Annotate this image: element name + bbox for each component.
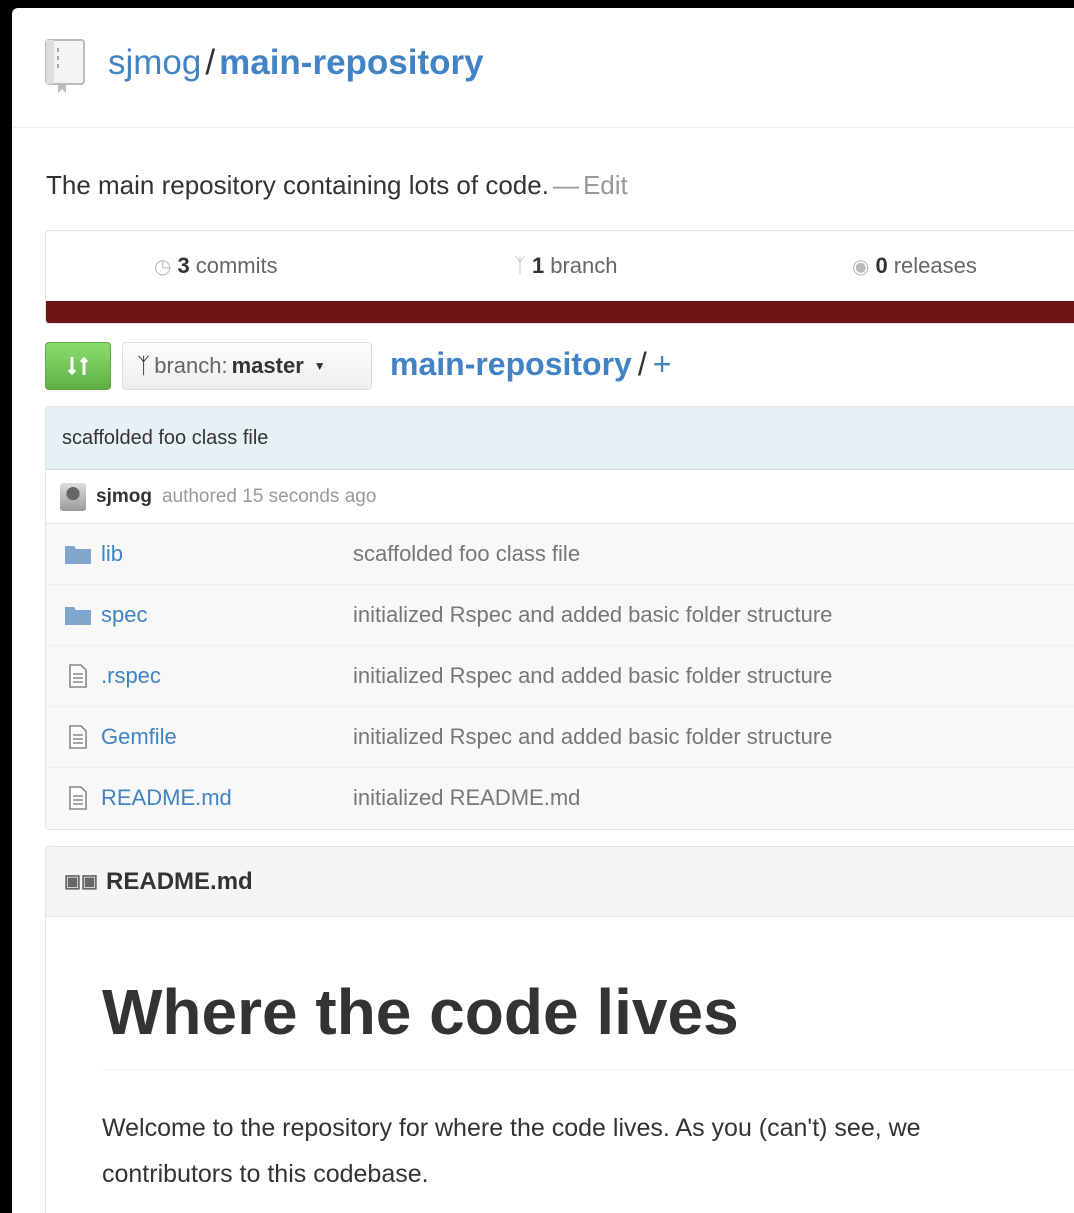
repo-name-link[interactable]: main-repository xyxy=(219,43,484,82)
compare-icon xyxy=(67,356,89,376)
readme-paragraph: Welcome to the repository for where the … xyxy=(102,1105,1074,1197)
folder-icon xyxy=(65,607,91,625)
history-icon: ◷ xyxy=(154,255,172,278)
commits-label: commits xyxy=(195,253,278,278)
branch-label: branch: xyxy=(154,353,228,378)
file-commit-message[interactable]: scaffolded foo class file xyxy=(353,541,580,567)
breadcrumb: main-repository / + xyxy=(390,346,671,383)
add-file-link[interactable]: + xyxy=(653,346,672,382)
description-dash: — xyxy=(552,170,579,200)
readme-divider xyxy=(102,1069,1074,1070)
readme-heading: Where the code lives xyxy=(102,976,739,1048)
file-commit-message[interactable]: initialized Rspec and added basic folder… xyxy=(353,602,832,628)
commits-count: 3 xyxy=(177,253,190,278)
open-book-icon: ▣▣ xyxy=(64,871,99,891)
tag-icon: ◉ xyxy=(852,255,870,278)
file-name-link[interactable]: lib xyxy=(101,541,123,567)
table-row: .rspec initialized Rspec and added basic… xyxy=(46,646,1074,707)
owner-link[interactable]: sjmog xyxy=(108,43,201,82)
commits-summary[interactable]: ◷ 3 commits xyxy=(154,253,278,279)
readme-paragraph-line-1: Welcome to the repository for where the … xyxy=(102,1114,921,1142)
releases-label: releases xyxy=(893,253,977,278)
file-icon xyxy=(69,786,87,810)
branches-label: branch xyxy=(550,253,618,278)
repo-title: sjmog / main-repository xyxy=(108,42,484,84)
title-separator: / xyxy=(205,43,216,82)
table-row: lib scaffolded foo class file xyxy=(46,524,1074,585)
repo-header: sjmog / main-repository xyxy=(12,8,1074,128)
branch-icon: ᛉ xyxy=(137,353,151,378)
table-row: Gemfile initialized Rspec and added basi… xyxy=(46,707,1074,768)
branches-summary[interactable]: ᛉ 1 branch xyxy=(514,253,618,279)
branch-icon: ᛉ xyxy=(514,254,526,277)
latest-commit-meta: sjmog authored 15 seconds ago xyxy=(46,470,1074,524)
repository-page: sjmog / main-repository The main repositor… xyxy=(12,8,1074,1213)
avatar[interactable] xyxy=(60,482,86,511)
breadcrumb-separator: / xyxy=(637,346,647,382)
file-name-link[interactable]: .rspec xyxy=(101,663,161,689)
file-name-link[interactable]: spec xyxy=(101,602,147,628)
readme-filename: README.md xyxy=(106,867,253,895)
repo-description: The main repository containing lots of c… xyxy=(46,170,628,201)
breadcrumb-root-link[interactable]: main-repository xyxy=(390,346,632,382)
branch-name: master xyxy=(231,353,304,378)
folder-icon xyxy=(65,546,91,564)
repo-book-icon xyxy=(45,39,85,93)
numbers-summary: ◷ 3 commits ᛉ 1 branch ◉ 0 releases xyxy=(45,230,1074,324)
latest-commit-message[interactable]: scaffolded foo class file xyxy=(46,407,1074,470)
file-commit-message[interactable]: initialized README.md xyxy=(353,785,580,811)
commit-time: authored 15 seconds ago xyxy=(161,485,377,507)
readme-header: ▣▣ README.md xyxy=(46,847,1074,917)
compare-button[interactable] xyxy=(45,342,111,390)
file-icon xyxy=(69,725,87,749)
commit-author-link[interactable]: sjmog xyxy=(96,486,152,508)
language-bar[interactable] xyxy=(46,301,1074,323)
file-commit-message[interactable]: initialized Rspec and added basic folder… xyxy=(353,663,832,689)
table-row: README.md initialized README.md xyxy=(46,768,1074,829)
branch-select-button[interactable]: ᛉ branch: master ▼ xyxy=(122,342,372,390)
file-table: scaffolded foo class file sjmog authored… xyxy=(45,406,1074,830)
readme-paragraph-line-2: contributors to this codebase. xyxy=(102,1160,429,1188)
releases-count: 0 xyxy=(875,253,888,278)
table-row: spec initialized Rspec and added basic f… xyxy=(46,585,1074,646)
readme-panel: ▣▣ README.md Where the code lives Welcom… xyxy=(45,846,1074,1213)
file-list: lib scaffolded foo class file spec initi… xyxy=(46,524,1074,829)
file-commit-message[interactable]: initialized Rspec and added basic folder… xyxy=(353,724,832,750)
branches-count: 1 xyxy=(532,253,545,278)
file-name-link[interactable]: README.md xyxy=(101,785,232,811)
file-icon xyxy=(69,664,87,688)
description-text: The main repository containing lots of c… xyxy=(46,170,549,200)
edit-description-link[interactable]: Edit xyxy=(583,170,628,200)
releases-summary[interactable]: ◉ 0 releases xyxy=(852,253,977,279)
file-name-link[interactable]: Gemfile xyxy=(101,724,177,750)
caret-down-icon: ▼ xyxy=(313,359,326,373)
